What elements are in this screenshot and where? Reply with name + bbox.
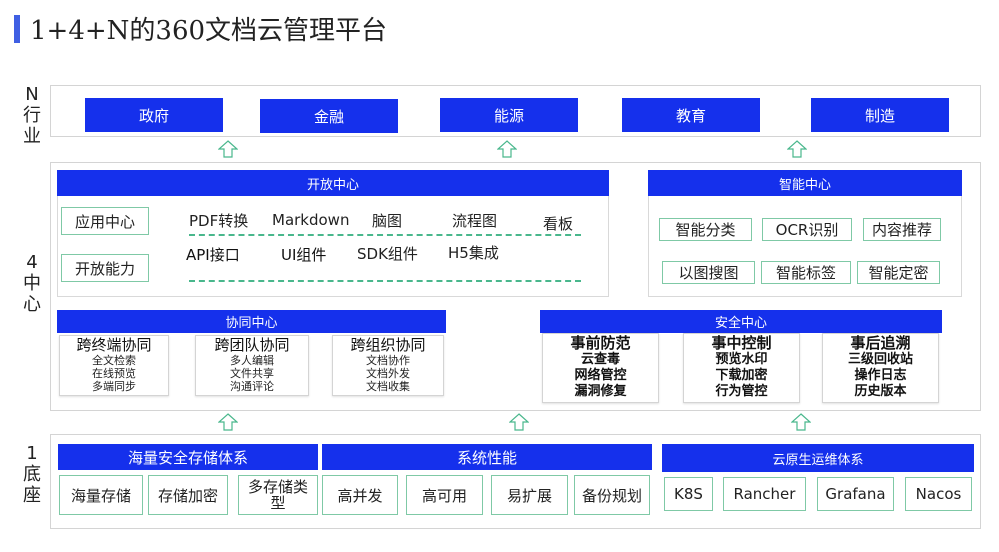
- tier-1-char: 1: [26, 443, 38, 464]
- card-head: 事前防范: [570, 334, 631, 352]
- card-item: 沟通评论: [230, 380, 274, 393]
- tag-smart-classification: 智能定密: [857, 261, 940, 284]
- collab-card-cross-team: 跨团队协同 多人编辑 文件共享 沟通评论: [195, 335, 309, 396]
- dashed-divider: [189, 280, 581, 282]
- ops-header: 云原生运维体系: [662, 444, 974, 472]
- security-card-prevention: 事前防范 云查毒 网络管控 漏洞修复: [542, 333, 659, 403]
- card-item: 文档协作: [366, 354, 410, 367]
- card-item: 下载加密: [715, 368, 768, 383]
- up-arrow-icon: [497, 140, 517, 158]
- tag-nacos: Nacos: [905, 477, 972, 511]
- industry-energy: 能源: [440, 98, 578, 132]
- feature-api: API接口: [186, 246, 240, 264]
- storage-header: 海量安全存储体系: [58, 444, 318, 470]
- card-head: 跨组织协同: [350, 336, 426, 354]
- tag-rancher: Rancher: [723, 477, 806, 511]
- tag-high-concurrency: 高并发: [322, 475, 398, 515]
- industry-manufacturing: 制造: [811, 98, 949, 132]
- card-item: 文档外发: [366, 367, 410, 380]
- feature-flowchart: 流程图: [452, 212, 498, 230]
- card-head: 跨团队协同: [214, 336, 290, 354]
- card-item: 多端同步: [92, 380, 136, 393]
- tier-4-char: 4: [26, 252, 38, 273]
- card-head: 事中控制: [711, 334, 772, 352]
- tag-multi-storage-type: 多存储类型: [238, 475, 318, 515]
- security-card-control: 事中控制 预览水印 下载加密 行为管控: [683, 333, 800, 403]
- up-arrow-icon: [787, 140, 807, 158]
- card-item: 文件共享: [230, 367, 274, 380]
- card-item: 全文检索: [92, 354, 136, 367]
- tier-label-4: 4 中 心: [21, 252, 43, 315]
- feature-sdk: SDK组件: [357, 245, 418, 263]
- tier-1-char: 座: [23, 485, 41, 506]
- tag-mass-storage: 海量存储: [59, 475, 143, 515]
- up-arrow-icon: [218, 140, 238, 158]
- tier-4-char: 中: [23, 273, 41, 294]
- card-head: 事后追溯: [850, 334, 911, 352]
- up-arrow-icon: [791, 413, 811, 431]
- card-item: 行为管控: [715, 384, 768, 399]
- feature-pdf-convert: PDF转换: [189, 212, 249, 230]
- tag-high-availability: 高可用: [406, 475, 483, 515]
- up-arrow-icon: [218, 413, 238, 431]
- tag-backup-plan: 备份规划: [574, 475, 650, 515]
- tier-n-char: 业: [23, 126, 41, 147]
- card-item: 操作日志: [854, 368, 907, 383]
- collab-card-cross-org: 跨组织协同 文档协作 文档外发 文档收集: [332, 335, 444, 396]
- performance-header: 系统性能: [322, 444, 652, 470]
- tag-ocr: OCR识别: [762, 218, 852, 241]
- security-center-header: 安全中心: [540, 310, 942, 333]
- tier-label-1: 1 底 座: [21, 443, 43, 506]
- card-item: 在线预览: [92, 367, 136, 380]
- collab-card-cross-device: 跨终端协同 全文检索 在线预览 多端同步: [59, 335, 169, 396]
- tier-n-char: 行: [23, 105, 41, 126]
- tag-k8s: K8S: [664, 477, 713, 511]
- dashed-divider: [189, 234, 581, 236]
- card-item: 文档收集: [366, 380, 410, 393]
- card-item: 历史版本: [854, 384, 907, 399]
- up-arrow-icon: [509, 413, 529, 431]
- industry-education: 教育: [622, 98, 760, 132]
- feature-mind-map: 脑图: [372, 212, 403, 230]
- tier-label-n: N 行 业: [21, 84, 43, 147]
- industry-finance: 金融: [260, 99, 398, 133]
- tier-n-char: N: [25, 84, 39, 105]
- smart-center-header: 智能中心: [648, 170, 962, 196]
- feature-kanban: 看板: [543, 215, 574, 233]
- tag-app-center: 应用中心: [61, 207, 149, 235]
- card-item: 预览水印: [715, 352, 768, 367]
- tier-1-char: 底: [23, 464, 41, 485]
- open-center-header: 开放中心: [57, 170, 609, 196]
- title-accent-bar: [14, 15, 20, 43]
- tier-4-char: 心: [23, 294, 41, 315]
- tag-smart-label: 智能标签: [761, 261, 851, 284]
- feature-h5: H5集成: [448, 244, 499, 262]
- card-item: 漏洞修复: [574, 384, 627, 399]
- collab-center-header: 协同中心: [57, 310, 446, 333]
- tag-content-recommend: 内容推荐: [863, 218, 941, 241]
- feature-ui-component: UI组件: [281, 246, 327, 264]
- tag-image-search: 以图搜图: [662, 261, 755, 284]
- tag-open-capability: 开放能力: [61, 254, 149, 282]
- card-item: 云查毒: [580, 352, 620, 367]
- security-card-traceback: 事后追溯 三级回收站 操作日志 历史版本: [822, 333, 939, 403]
- card-item: 三级回收站: [847, 352, 913, 367]
- page-title: 1+4+N的360文档云管理平台: [30, 16, 388, 46]
- card-head: 跨终端协同: [76, 336, 152, 354]
- tag-grafana: Grafana: [817, 477, 894, 511]
- feature-markdown: Markdown: [272, 211, 350, 229]
- card-item: 网络管控: [574, 368, 627, 383]
- tag-easy-scale: 易扩展: [491, 475, 568, 515]
- industry-government: 政府: [85, 98, 223, 132]
- tag-storage-encryption: 存储加密: [148, 475, 228, 515]
- tag-smart-classify: 智能分类: [659, 218, 752, 241]
- card-item: 多人编辑: [230, 354, 274, 367]
